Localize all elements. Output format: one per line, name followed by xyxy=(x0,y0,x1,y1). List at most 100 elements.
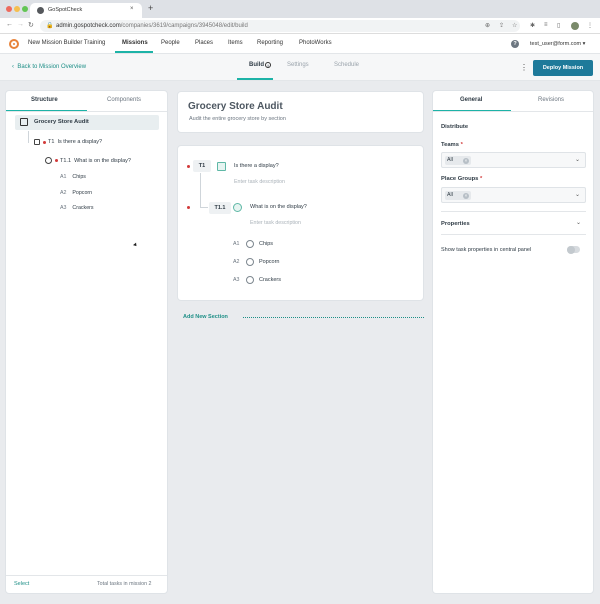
tree-t1-label: Is there a display? xyxy=(57,139,103,145)
mission-header-card[interactable]: Grocery Store Audit Audit the entire gro… xyxy=(177,91,424,133)
tab-settings[interactable]: Settings xyxy=(287,62,309,68)
side-panel-icon[interactable]: ▯ xyxy=(557,22,560,29)
tab-active-indicator xyxy=(237,78,273,80)
option-code: A3 xyxy=(233,277,240,283)
share-icon[interactable]: ⇪ xyxy=(499,22,504,29)
tab-build[interactable]: Build i xyxy=(249,62,271,68)
chevron-down-icon[interactable]: ⌄ xyxy=(576,219,581,226)
teams-select[interactable]: All × ⌄ xyxy=(441,152,586,168)
required-mark: * xyxy=(460,142,463,148)
forward-arrow-icon[interactable]: → xyxy=(17,21,24,28)
option-code: A2 xyxy=(233,259,240,265)
task-t11-description[interactable]: Enter task description xyxy=(250,220,301,226)
browser-tab[interactable]: GoSpotCheck × xyxy=(30,3,142,18)
radio-button[interactable] xyxy=(246,276,254,284)
image-task-icon xyxy=(34,139,40,145)
divider xyxy=(441,234,586,235)
gospotcheck-logo-icon[interactable] xyxy=(9,39,19,49)
option-chips[interactable]: Chips xyxy=(259,241,273,247)
browser-tab-strip: GoSpotCheck × + xyxy=(0,0,600,18)
tab-components[interactable]: Components xyxy=(107,97,141,103)
nav-missions[interactable]: Missions xyxy=(122,40,148,46)
option-crackers[interactable]: Crackers xyxy=(259,277,281,283)
task-t11-title[interactable]: What is on the display? xyxy=(250,204,307,210)
tree-t11-code: T1.1 xyxy=(60,158,72,164)
tree-line xyxy=(200,173,201,207)
reload-icon[interactable]: ↻ xyxy=(28,21,34,29)
tree-option-a3[interactable]: A3 Crackers xyxy=(60,205,94,211)
new-tab-button[interactable]: + xyxy=(148,3,153,13)
divider xyxy=(441,211,586,212)
required-dot xyxy=(43,141,46,144)
deploy-mission-button[interactable]: Deploy Mission xyxy=(533,60,593,76)
required-mark: * xyxy=(480,176,483,182)
tab-structure[interactable]: Structure xyxy=(31,97,58,103)
select-link[interactable]: Select xyxy=(14,581,29,587)
tab-schedule[interactable]: Schedule xyxy=(334,62,359,68)
place-groups-select[interactable]: All × ⌄ xyxy=(441,187,586,203)
reading-list-icon[interactable]: ≡ xyxy=(544,22,548,28)
task-t1-description[interactable]: Enter task description xyxy=(234,179,285,185)
nav-new-mission-builder-training[interactable]: New Mission Builder Training xyxy=(28,40,105,46)
radio-button[interactable] xyxy=(246,240,254,248)
teams-label: Teams * xyxy=(441,142,463,148)
profile-avatar[interactable] xyxy=(571,22,579,30)
url-text: admin.gospotcheck.com/companies/3619/cam… xyxy=(56,22,248,29)
task-t1-title[interactable]: Is there a display? xyxy=(234,163,279,169)
properties-toggle[interactable]: Properties xyxy=(441,221,470,227)
browser-menu-icon[interactable]: ⋮ xyxy=(587,22,593,29)
option-code: A3 xyxy=(60,205,67,211)
remove-chip-icon[interactable]: × xyxy=(463,157,469,164)
nav-people[interactable]: People xyxy=(161,40,180,46)
back-to-mission-overview-link[interactable]: ‹ Back to Mission Overview xyxy=(12,64,86,70)
tree-item-t11[interactable]: T1.1 What is on the display? xyxy=(60,158,131,164)
nav-places[interactable]: Places xyxy=(195,40,213,46)
tree-option-a2[interactable]: A2 Popcorn xyxy=(60,190,92,196)
extensions-icon[interactable]: ✱ xyxy=(530,22,535,29)
required-dot xyxy=(187,165,190,168)
tree-line xyxy=(200,207,208,208)
close-window-icon[interactable] xyxy=(6,6,12,12)
tree-item-t1[interactable]: T1 Is there a display? xyxy=(48,139,102,145)
nav-reporting[interactable]: Reporting xyxy=(257,40,283,46)
app-top-nav: New Mission Builder Training Missions Pe… xyxy=(0,34,600,54)
show-task-properties-toggle[interactable] xyxy=(567,245,580,254)
teams-chip-all[interactable]: All × xyxy=(445,156,471,165)
add-new-section-button[interactable]: Add New Section xyxy=(183,314,228,320)
option-popcorn[interactable]: Popcorn xyxy=(259,259,280,265)
bookmark-star-icon[interactable]: ☆ xyxy=(512,22,517,29)
minimize-window-icon[interactable] xyxy=(14,6,20,12)
place-groups-chip-all[interactable]: All × xyxy=(445,191,471,200)
url-field[interactable]: 🔒 admin.gospotcheck.com/companies/3619/c… xyxy=(40,20,520,32)
total-tasks-text: Total tasks in mission 2 xyxy=(97,581,152,587)
section-divider xyxy=(243,317,424,318)
section-card: T1 Is there a display? Enter task descri… xyxy=(177,145,424,301)
image-task-icon xyxy=(217,162,226,171)
chevron-down-icon[interactable]: ⌄ xyxy=(575,191,580,198)
close-tab-icon[interactable]: × xyxy=(130,6,134,12)
mission-description[interactable]: Audit the entire grocery store by sectio… xyxy=(189,116,286,122)
chevron-down-icon[interactable]: ⌄ xyxy=(575,156,580,163)
radio-button[interactable] xyxy=(246,258,254,266)
user-menu[interactable]: test_user@form.com ▾ xyxy=(530,41,585,47)
maximize-window-icon[interactable] xyxy=(22,6,28,12)
option-code: A2 xyxy=(60,190,67,196)
zoom-icon[interactable]: ⊕ xyxy=(485,22,490,29)
nav-items[interactable]: Items xyxy=(228,40,243,46)
nav-photoworks[interactable]: PhotoWorks xyxy=(299,40,332,46)
mission-title[interactable]: Grocery Store Audit xyxy=(188,101,283,112)
tree-root-mission[interactable]: Grocery Store Audit xyxy=(15,115,159,130)
remove-chip-icon[interactable]: × xyxy=(463,192,469,199)
tab-general[interactable]: General xyxy=(460,97,482,103)
back-arrow-icon[interactable]: ← xyxy=(6,21,13,28)
teams-label-text: Teams xyxy=(441,142,459,148)
tree-root-label: Grocery Store Audit xyxy=(34,119,89,125)
tree-option-a1[interactable]: A1 Chips xyxy=(60,174,86,180)
more-options-icon[interactable]: ⋮ xyxy=(520,63,528,72)
tab-build-label: Build xyxy=(249,62,264,68)
tab-revisions[interactable]: Revisions xyxy=(538,97,564,103)
option-label: Popcorn xyxy=(72,190,93,196)
nav-active-indicator xyxy=(115,51,153,53)
help-icon[interactable]: ? xyxy=(511,40,519,48)
required-dot xyxy=(55,159,58,162)
